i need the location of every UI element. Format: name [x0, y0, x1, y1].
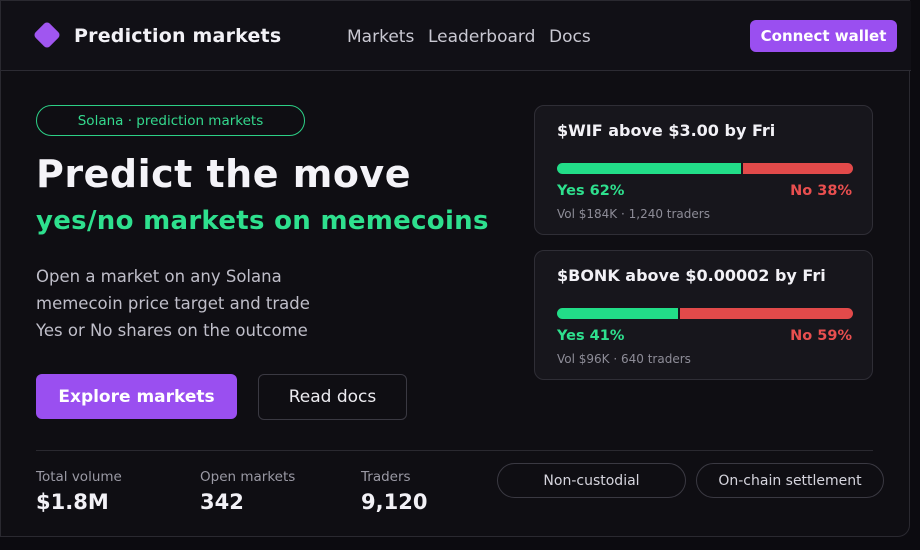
description-line: Open a market on any Solana	[36, 267, 282, 286]
read-docs-button[interactable]: Read docs	[258, 374, 407, 420]
settlement-badge: On-chain settlement	[696, 463, 884, 498]
market-title: $BONK above $0.00002 by Fri	[557, 266, 826, 285]
hero-subtitle: yes/no markets on memecoins	[36, 206, 489, 236]
odds-bar	[557, 308, 853, 319]
hero-title: Predict the move	[36, 152, 411, 196]
nav-markets[interactable]: Markets	[347, 27, 414, 47]
market-card[interactable]: $WIF above $3.00 by Fri Yes 62% No 38% V…	[534, 105, 873, 235]
yes-odds[interactable]: Yes 41%	[557, 328, 624, 344]
description-line: Yes or No shares on the outcome	[36, 321, 308, 340]
connect-wallet-button[interactable]: Connect wallet	[750, 20, 897, 52]
diamond-logo-icon[interactable]	[32, 20, 62, 50]
explore-markets-button[interactable]: Explore markets	[36, 374, 237, 419]
yes-bar	[557, 308, 679, 319]
market-meta: Vol $96K · 640 traders	[557, 352, 691, 366]
no-odds[interactable]: No 38%	[790, 183, 852, 199]
nav-docs[interactable]: Docs	[549, 27, 591, 47]
market-card[interactable]: $BONK above $0.00002 by Fri Yes 41% No 5…	[534, 250, 873, 380]
stat-value: $1.8M	[36, 490, 109, 514]
section-divider	[36, 450, 873, 451]
stat-value: 9,120	[361, 490, 428, 514]
stat-value: 342	[200, 490, 244, 514]
market-meta: Vol $184K · 1,240 traders	[557, 207, 710, 221]
yes-odds[interactable]: Yes 62%	[557, 183, 624, 199]
chain-tag: Solana · prediction markets	[36, 105, 305, 136]
hero-description: Open a market on any Solana memecoin pri…	[36, 263, 376, 344]
stat-label: Total volume	[36, 469, 122, 485]
description-line: memecoin price target and trade	[36, 294, 310, 313]
no-bar	[742, 163, 853, 174]
no-bar	[680, 308, 853, 319]
non-custodial-badge: Non-custodial	[497, 463, 686, 498]
yes-bar	[557, 163, 741, 174]
app-frame: Prediction markets Markets Leaderboard D…	[0, 0, 911, 537]
nav-leaderboard[interactable]: Leaderboard	[428, 27, 535, 47]
market-title: $WIF above $3.00 by Fri	[557, 121, 776, 140]
odds-bar	[557, 163, 853, 174]
no-odds[interactable]: No 59%	[790, 328, 852, 344]
stat-label: Traders	[361, 469, 411, 485]
brand-name[interactable]: Prediction markets	[74, 25, 281, 47]
top-navbar: Prediction markets Markets Leaderboard D…	[1, 1, 911, 71]
stat-label: Open markets	[200, 469, 296, 485]
